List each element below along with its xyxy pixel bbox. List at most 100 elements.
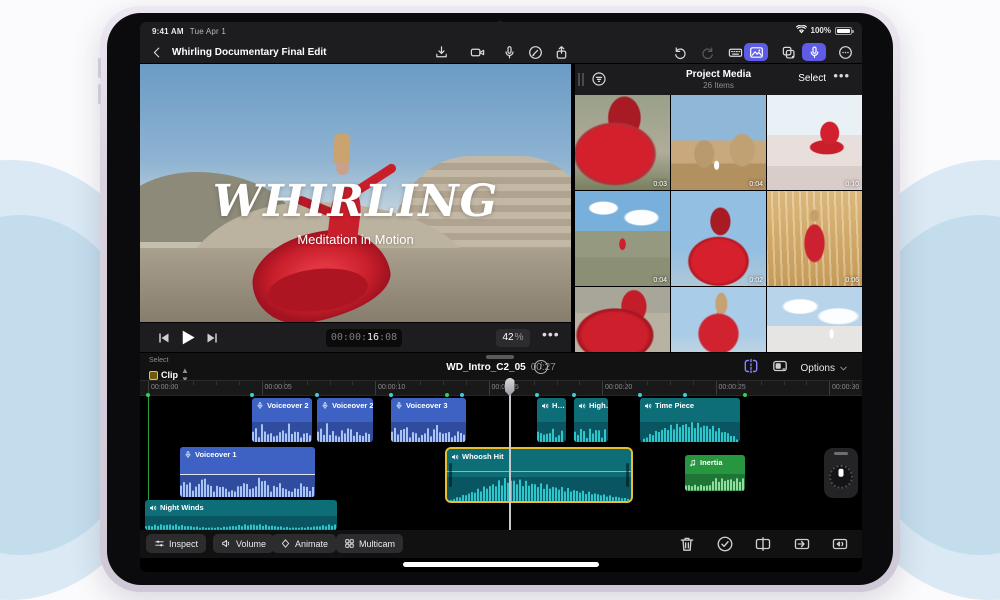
clip-label: Voiceover 3 (406, 401, 448, 410)
timeline-clip-whoosh-hit[interactable]: Whoosh Hit (445, 447, 633, 503)
trim-handle-right[interactable] (626, 463, 629, 487)
clip-boundary-marker (146, 393, 150, 397)
timeline-clip-h-[interactable]: H… (537, 398, 566, 442)
home-indicator[interactable] (403, 562, 599, 567)
media-item-duration: 0:04 (749, 181, 763, 188)
timeline-clip-voiceover-2[interactable]: Voiceover 2 (252, 398, 312, 442)
video-viewer[interactable]: WHIRLING Meditation in Motion (140, 64, 571, 322)
timeline-clip-voiceover-3[interactable]: Voiceover 3 (391, 398, 466, 442)
insert-clip-button[interactable] (793, 535, 811, 553)
options-dropdown[interactable]: Options (801, 363, 848, 374)
play-button[interactable] (178, 328, 197, 347)
timeline-clip-high-[interactable]: High… (574, 398, 608, 442)
dervish-hat (333, 133, 351, 164)
media-item-duration: 0:02 (749, 277, 763, 284)
volume-button (98, 58, 101, 78)
multicam-button[interactable]: Multicam (336, 534, 404, 553)
timeline-ruler[interactable]: 00:00:0000:00:0500:00:1000:00:1500:00:20… (140, 380, 862, 396)
media-item-red-dervish-closeup[interactable]: 0:03 (575, 95, 670, 190)
date: Tue Apr 1 (189, 27, 226, 36)
clip-info-button[interactable]: i (534, 360, 548, 374)
clip-label: Voiceover 2 (332, 401, 373, 410)
microphone-button[interactable] (500, 43, 518, 61)
clip-label: High… (589, 401, 608, 410)
media-item-duration: 0:04 (653, 277, 667, 284)
more-options-button[interactable] (836, 43, 854, 61)
timeline-clip-voiceover-2[interactable]: Voiceover 2 (317, 398, 373, 442)
clip-boundary-marker (250, 393, 254, 397)
clip-boundary-marker (460, 393, 464, 397)
copy-paste-button[interactable] (779, 43, 797, 61)
timeline-clip-time-piece[interactable]: Time Piece (640, 398, 740, 442)
detach-audio-button[interactable] (831, 535, 849, 553)
inspect-button[interactable]: Inspect (146, 534, 207, 553)
media-browser-button[interactable] (744, 43, 768, 61)
media-item-dervish-golden-reeds[interactable]: 0:06 (767, 191, 862, 286)
media-item-red-skirt-swirl-closeup[interactable] (575, 287, 670, 352)
media-item-spinning-red-dress[interactable]: 0:02 (671, 191, 766, 286)
media-item-duration: 0:06 (845, 277, 859, 284)
media-grid: 0:03 0:04 0:10 0:04 0:02 0:06 (575, 95, 862, 352)
wifi-icon (795, 24, 807, 36)
redo-button[interactable] (698, 43, 716, 61)
undo-button[interactable] (671, 43, 689, 61)
jog-wheel[interactable] (824, 448, 858, 498)
approve-button[interactable] (716, 535, 734, 553)
ruler-label: 00:00:25 (718, 384, 746, 391)
ruler-label: 00:00:05 (264, 384, 292, 391)
animate-button[interactable]: Animate (272, 534, 337, 553)
zoom-level-button[interactable]: 42% (496, 329, 530, 347)
clip-label: Voiceover 2 (267, 401, 309, 410)
timeline-tracks[interactable]: Voiceover 2 Voiceover 2 Voiceover 3 H… High…… (140, 396, 862, 530)
clip-label: Whoosh Hit (462, 452, 504, 461)
ipad-device-frame: 9:41 AM Tue Apr 1 100% Whirling Documenta… (98, 6, 900, 592)
camera-button[interactable] (468, 43, 486, 61)
pencil-tools-button[interactable] (526, 43, 544, 61)
clip-boundary-marker (683, 393, 687, 397)
timeline-clip-voiceover-1[interactable]: Voiceover 1 (180, 447, 315, 497)
clip-boundary-marker (445, 393, 449, 397)
top-toolbar: Whirling Documentary Final Edit (140, 40, 862, 64)
keyboard-button[interactable] (726, 43, 744, 61)
share-button[interactable] (552, 43, 570, 61)
clip-boundary-marker (743, 393, 747, 397)
skip-to-end-button[interactable] (204, 330, 220, 346)
clip-label: Voiceover 1 (195, 450, 237, 459)
timeline-clip-inertia[interactable]: Inertia (685, 455, 745, 491)
voiceover-record-button[interactable] (802, 43, 826, 61)
timeline-clip-night-winds[interactable]: Night Winds (145, 500, 337, 530)
back-button[interactable] (150, 43, 164, 61)
transport-bar: 00:00:16:08 42% ••• (140, 322, 571, 352)
viewer-more-button[interactable]: ••• (542, 326, 560, 342)
media-item-duration: 0:10 (845, 181, 859, 188)
app-screen: 9:41 AM Tue Apr 1 100% Whirling Documenta… (140, 22, 862, 572)
clip-boundary-marker (315, 393, 319, 397)
timeline-header: Select Clip ▲▼ WD_Intro_C2_0500:27 i Opt… (140, 352, 862, 384)
volume-tool-button[interactable]: Volume (213, 534, 275, 553)
skip-to-start-button[interactable] (156, 330, 172, 346)
timecode-display: 00:00:16:08 (326, 329, 402, 347)
media-item-dervish-green-hills-clouds[interactable]: 0:04 (575, 191, 670, 286)
media-item-desert-rocks-white-figure[interactable]: 0:04 (671, 95, 766, 190)
jog-wheel-handle[interactable] (834, 452, 848, 455)
playhead[interactable] (504, 378, 515, 530)
subtitle-overlay: Meditation in Motion (297, 232, 414, 247)
import-media-button[interactable] (432, 43, 450, 61)
volume-button (98, 84, 101, 104)
trim-handle-left[interactable] (449, 463, 452, 487)
timeline-drag-handle[interactable] (486, 355, 514, 359)
jog-dial-icon (829, 464, 853, 489)
magnetic-timeline-button[interactable] (743, 358, 759, 379)
project-media-panel: Project Media 26 Items Select ••• 0:03 0:… (573, 64, 862, 352)
select-button[interactable]: Select (798, 73, 826, 84)
media-item-dervish-tall-hat-embrace[interactable] (671, 287, 766, 352)
media-item-dervish-salt-flat[interactable]: 0:10 (767, 95, 862, 190)
clip-boundary-marker (535, 393, 539, 397)
split-clip-button[interactable] (754, 535, 772, 553)
media-item-white-figure-salt-clouds[interactable] (767, 287, 862, 352)
clip-overlay-button[interactable] (772, 358, 788, 379)
delete-button[interactable] (678, 535, 696, 553)
title-overlay: WHIRLING (212, 176, 499, 227)
media-more-button[interactable]: ••• (833, 68, 850, 83)
clip-label: Inertia (700, 458, 723, 467)
